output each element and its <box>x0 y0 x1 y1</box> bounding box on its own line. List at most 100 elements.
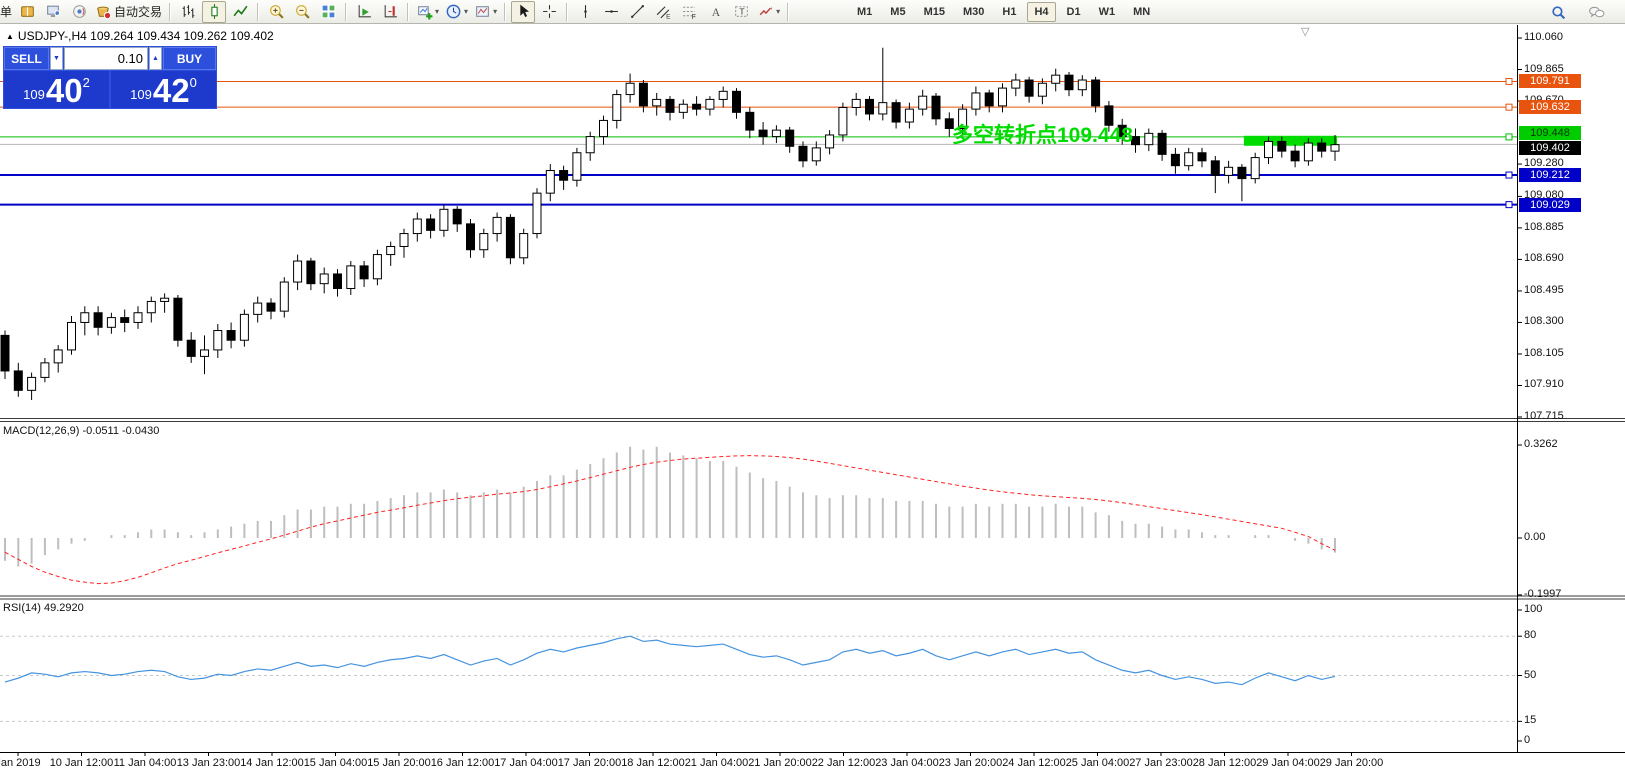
price-tag-109.212[interactable]: 109.212 <box>1519 168 1581 182</box>
volume-increase-button[interactable]: ▲ <box>149 47 162 70</box>
horizontal-line-tool[interactable] <box>599 1 623 23</box>
arrows-tool[interactable]: ▾ <box>755 1 782 23</box>
channel-tool: E <box>655 3 672 20</box>
timeframe-w1[interactable]: W1 <box>1092 2 1123 22</box>
price-tick-label: 109.865 <box>1524 63 1564 75</box>
trade-panel-controls: SELL ▼ ▲ BUY <box>4 47 216 70</box>
sell-price-point: 2 <box>83 75 90 90</box>
price-tag-109.448[interactable]: 109.448 <box>1519 126 1581 140</box>
sell-price-pips: 40 <box>46 76 83 105</box>
vertical-line-tool[interactable] <box>573 1 597 23</box>
toolbar-separator <box>566 3 568 21</box>
time-axis-label: 21 Jan 04:00 <box>685 757 749 769</box>
time-axis-label: 28 Jan 12:00 <box>1193 757 1257 769</box>
macd-tick-label: 0.00 <box>1524 531 1545 543</box>
label-tool[interactable]: T <box>729 1 753 23</box>
price-tick-label: 107.715 <box>1524 410 1564 422</box>
timeframe-mn[interactable]: MN <box>1126 2 1157 22</box>
tile-windows-icon[interactable] <box>316 1 340 23</box>
dropdown-arrow-icon[interactable]: ▾ <box>435 7 439 16</box>
history-book-icon[interactable] <box>15 1 39 23</box>
accounts-icon <box>45 3 62 20</box>
candlestick-chart-icon[interactable] <box>202 1 226 23</box>
time-axis-label: 22 Jan 12:00 <box>812 757 876 769</box>
time-axis-label: 27 Jan 23:00 <box>1129 757 1193 769</box>
signals-icon[interactable] <box>67 1 91 23</box>
timeframe-m30[interactable]: M30 <box>956 2 991 22</box>
toolbar-right-group <box>1545 0 1609 24</box>
price-tick-label: 107.910 <box>1524 378 1564 390</box>
chart-shift-icon <box>356 3 373 20</box>
sell-button[interactable]: SELL <box>4 47 49 70</box>
price-tag-109.029[interactable]: 109.029 <box>1519 198 1581 212</box>
rsi-tick-label: 100 <box>1524 603 1542 615</box>
templates-button[interactable]: ▾ <box>472 1 499 23</box>
chart-title: ▲ USDJPY-,H4 109.264 109.434 109.262 109.… <box>6 29 274 43</box>
periods-button[interactable]: ▾ <box>443 1 470 23</box>
price-tag-109.632[interactable]: 109.632 <box>1519 100 1581 114</box>
buy-price-display[interactable]: 109420 <box>111 71 216 108</box>
trendline-tool[interactable] <box>625 1 649 23</box>
price-tag-109.791[interactable]: 109.791 <box>1519 74 1581 88</box>
volume-decrease-button[interactable]: ▼ <box>50 47 63 70</box>
search-icon[interactable] <box>1546 1 1570 23</box>
auto-scroll-icon[interactable] <box>378 1 402 23</box>
crosshair-tool <box>541 3 558 20</box>
fibonacci-tool[interactable]: F <box>677 1 701 23</box>
timeframe-m5[interactable]: M5 <box>883 2 912 22</box>
timeframe-h4[interactable]: H4 <box>1027 2 1055 22</box>
toolbar-separator <box>257 3 259 21</box>
history-book-icon <box>19 3 36 20</box>
dropdown-arrow-icon[interactable]: ▾ <box>464 7 468 16</box>
rsi-tick-label: 0 <box>1524 734 1530 746</box>
dropdown-arrow-icon[interactable]: ▾ <box>776 7 780 16</box>
chart-canvas <box>0 0 1625 773</box>
line-chart-icon[interactable] <box>228 1 252 23</box>
price-tick-label: 108.885 <box>1524 221 1564 233</box>
chart-shift-icon[interactable] <box>352 1 376 23</box>
zoom-out-icon[interactable] <box>290 1 314 23</box>
zoom-out-icon <box>294 3 311 20</box>
price-tick-label: 108.495 <box>1524 284 1564 296</box>
bar-chart-icon[interactable] <box>176 1 200 23</box>
macd-tick-label: 0.3262 <box>1524 438 1558 450</box>
timeframe-m1[interactable]: M1 <box>850 2 879 22</box>
text-tool[interactable]: A <box>703 1 727 23</box>
crosshair-tool[interactable] <box>537 1 561 23</box>
time-axis-label: Jan 2019 <box>0 757 41 769</box>
buy-button[interactable]: BUY <box>163 47 216 70</box>
chart-shift-marker-icon[interactable]: ▽ <box>1301 25 1309 38</box>
time-axis-label: 15 Jan 04:00 <box>304 757 368 769</box>
timeframe-h1[interactable]: H1 <box>995 2 1023 22</box>
accounts-icon[interactable] <box>41 1 65 23</box>
price-tag-109.402[interactable]: 109.402 <box>1519 141 1581 155</box>
new-chart-button[interactable]: ▾ <box>414 1 441 23</box>
time-axis-label: 25 Jan 04:00 <box>1066 757 1130 769</box>
svg-text:A: A <box>711 6 720 19</box>
time-axis-label: 13 Jan 23:00 <box>177 757 241 769</box>
chart-title-text: USDJPY-,H4 109.264 109.434 109.262 109.4… <box>18 29 274 43</box>
line-chart-icon <box>232 3 249 20</box>
toolbar-separator <box>345 3 347 21</box>
time-axis-label: 15 Jan 20:00 <box>367 757 431 769</box>
volume-input[interactable] <box>64 47 148 70</box>
price-tick-label: 108.690 <box>1524 252 1564 264</box>
timeframe-d1[interactable]: D1 <box>1060 2 1088 22</box>
time-axis-label: 23 Jan 20:00 <box>939 757 1003 769</box>
dropdown-arrow-icon[interactable]: ▾ <box>493 7 497 16</box>
cursor-tool[interactable] <box>511 1 535 23</box>
text-tool: A <box>707 3 724 20</box>
fibonacci-tool: F <box>681 3 698 20</box>
signals-icon <box>71 3 88 20</box>
chat-icon[interactable] <box>1584 1 1608 23</box>
autotrading-button[interactable]: 自动交易 <box>93 1 164 23</box>
collapse-triangle-icon[interactable]: ▲ <box>6 32 14 41</box>
new-order-button-cut[interactable]: 单 <box>0 3 12 20</box>
chart-annotation-text: 多空转折点109.448 <box>952 119 1133 149</box>
zoom-in-icon[interactable] <box>264 1 288 23</box>
toolbar-separator <box>504 3 506 21</box>
sell-price-display[interactable]: 109402 <box>4 71 109 108</box>
timeframe-m15[interactable]: M15 <box>917 2 952 22</box>
buy-price-whole: 109 <box>130 87 152 102</box>
channel-tool[interactable]: E <box>651 1 675 23</box>
